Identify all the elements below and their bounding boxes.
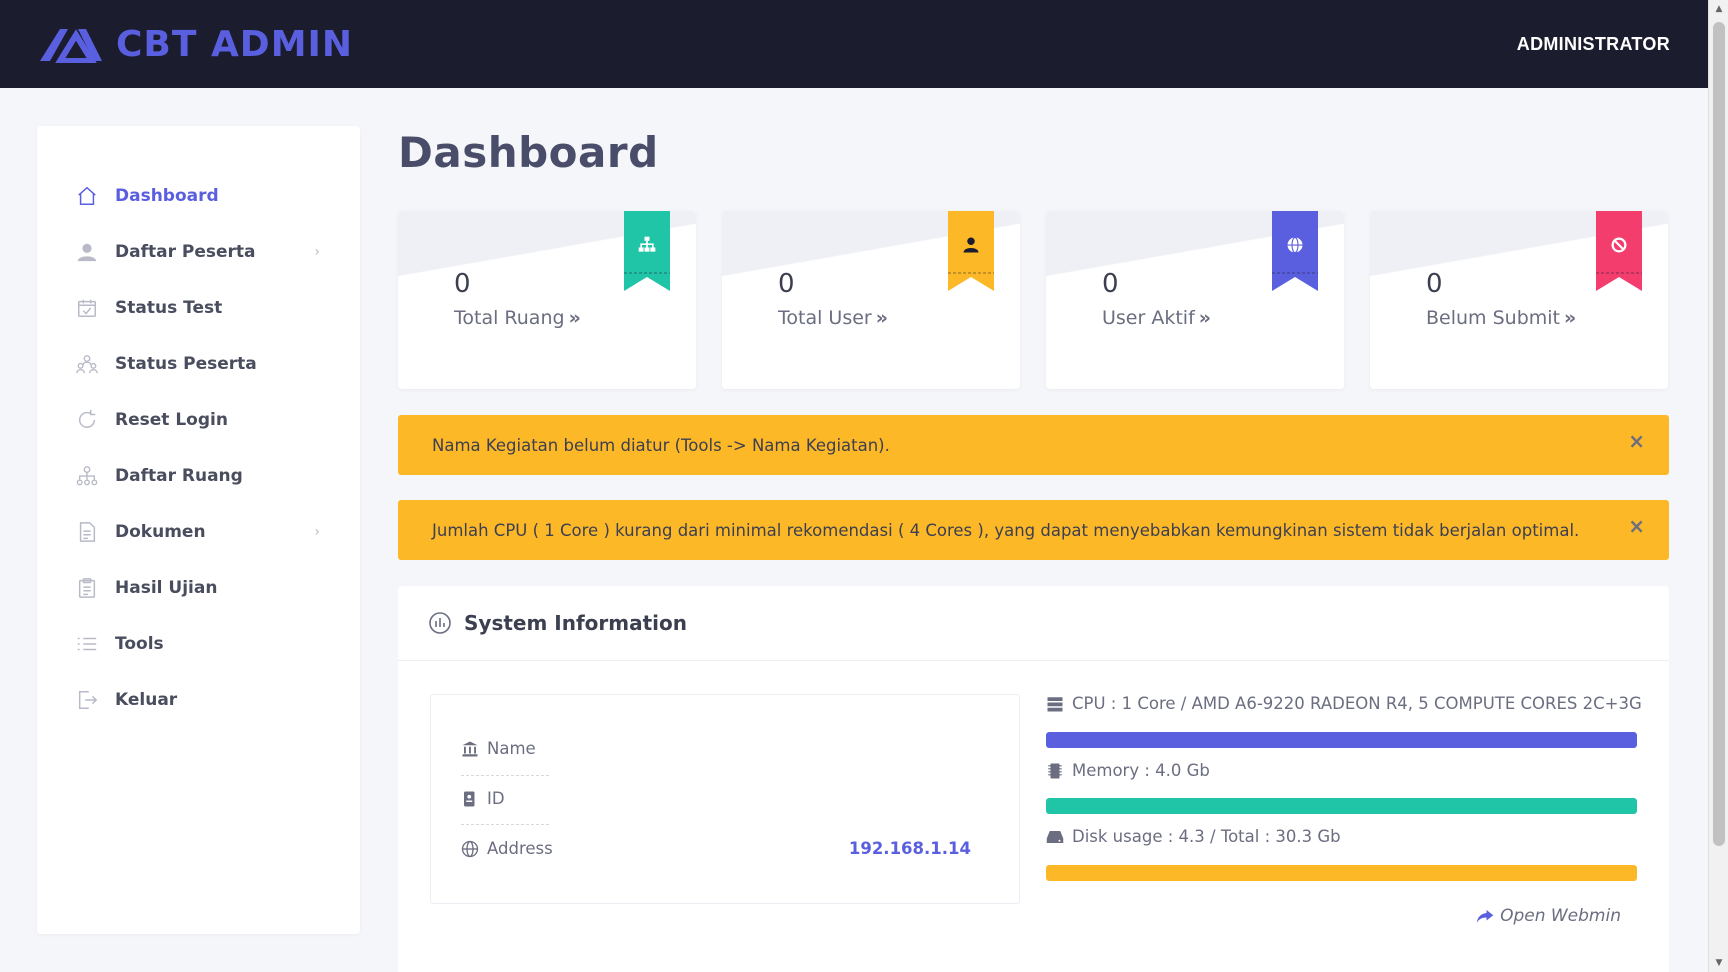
sidebar: Dashboard Daftar Peserta › Status Test S… xyxy=(37,126,360,934)
globe-icon xyxy=(461,840,479,857)
page-scrollbar[interactable]: ▲ ▼ xyxy=(1708,0,1728,972)
double-chevron-right-icon: » xyxy=(1564,307,1577,329)
memory-icon xyxy=(1048,763,1062,778)
ban-icon xyxy=(1607,233,1631,257)
cpu-label: CPU : 1 Core / AMD A6-9220 RADEON R4, 5 … xyxy=(1046,694,1642,713)
stat-card-total-ruang[interactable]: 0 Total Ruang» xyxy=(398,211,696,389)
server-info-box: Name ID Address 192.168.1.14 xyxy=(430,694,1020,904)
stat-link[interactable]: Total User» xyxy=(778,307,888,329)
double-chevron-right-icon: » xyxy=(568,307,581,329)
stat-value: 0 xyxy=(1426,269,1443,299)
sidebar-item-label: Dokumen xyxy=(115,522,206,542)
stat-link[interactable]: User Aktif» xyxy=(1102,307,1211,329)
sidebar-item-label: Status Peserta xyxy=(115,354,257,374)
sidebar-item-reset-login[interactable]: Reset Login xyxy=(37,392,360,448)
scroll-thumb[interactable] xyxy=(1713,22,1725,846)
users-icon xyxy=(75,352,99,376)
sidebar-item-dashboard[interactable]: Dashboard xyxy=(37,168,360,224)
close-icon[interactable]: × xyxy=(1628,429,1645,453)
stat-card-total-user[interactable]: 0 Total User» xyxy=(722,211,1020,389)
stat-link[interactable]: Total Ruang» xyxy=(454,307,581,329)
sidebar-item-daftar-ruang[interactable]: Daftar Ruang xyxy=(37,448,360,504)
progress-fill xyxy=(1046,798,1637,814)
sitemap-icon xyxy=(75,464,99,488)
alert-warning: Jumlah CPU ( 1 Core ) kurang dari minima… xyxy=(398,500,1669,560)
sidebar-item-label: Daftar Ruang xyxy=(115,466,243,486)
top-navbar: CBT ADMIN ADMINISTRATOR xyxy=(0,0,1708,88)
refresh-icon xyxy=(75,408,99,432)
chevron-right-icon: › xyxy=(314,524,320,540)
sidebar-item-dokumen[interactable]: Dokumen › xyxy=(37,504,360,560)
brand-logo-icon xyxy=(40,29,102,63)
stat-value: 0 xyxy=(454,269,471,299)
disk-progress-bar xyxy=(1046,865,1637,881)
list-icon xyxy=(75,632,99,656)
panel-title: System Information xyxy=(464,611,687,635)
sidebar-item-status-test[interactable]: Status Test xyxy=(37,280,360,336)
stat-card-belum-submit[interactable]: 0 Belum Submit» xyxy=(1370,211,1668,389)
double-chevron-right-icon: » xyxy=(1198,307,1212,329)
alert-text: Nama Kegiatan belum diatur (Tools -> Nam… xyxy=(432,435,890,455)
server-icon xyxy=(1047,696,1063,711)
user-icon xyxy=(959,233,983,257)
progress-fill xyxy=(1046,732,1637,748)
user-icon xyxy=(75,240,99,264)
info-row-name: Name xyxy=(461,739,536,758)
share-arrow-icon xyxy=(1476,910,1494,923)
id-card-icon xyxy=(464,791,475,806)
sidebar-item-tools[interactable]: Tools xyxy=(37,616,360,672)
chevron-right-icon: › xyxy=(314,244,320,260)
page-title: Dashboard xyxy=(398,128,659,177)
globe-icon xyxy=(1283,233,1307,257)
calendar-check-icon xyxy=(75,296,99,320)
sidebar-item-label: Tools xyxy=(115,634,164,654)
system-information-panel: System Information Name ID Address 192.1… xyxy=(398,586,1669,972)
user-menu[interactable]: ADMINISTRATOR xyxy=(1517,34,1670,55)
double-chevron-right-icon: » xyxy=(875,307,889,329)
open-webmin-link[interactable]: Open Webmin xyxy=(1476,906,1621,926)
stat-link[interactable]: Belum Submit» xyxy=(1426,307,1576,329)
ip-address-value: 192.168.1.14 xyxy=(848,839,971,858)
sidebar-item-label: Dashboard xyxy=(115,186,219,206)
stat-value: 0 xyxy=(1102,269,1119,299)
alert-text: Jumlah CPU ( 1 Core ) kurang dari minima… xyxy=(432,520,1580,540)
info-row-address: Address xyxy=(461,839,553,858)
alert-warning: Nama Kegiatan belum diatur (Tools -> Nam… xyxy=(398,415,1669,475)
sidebar-item-hasil-ujian[interactable]: Hasil Ujian xyxy=(37,560,360,616)
scroll-up-arrow-icon[interactable]: ▲ xyxy=(1709,0,1728,18)
sidebar-item-label: Reset Login xyxy=(115,410,228,430)
document-icon xyxy=(75,520,99,544)
stat-card-user-aktif[interactable]: 0 User Aktif» xyxy=(1046,211,1344,389)
sidebar-item-status-peserta[interactable]: Status Peserta xyxy=(37,336,360,392)
info-row-id: ID xyxy=(461,789,505,808)
cpu-progress-bar xyxy=(1046,732,1637,748)
divider xyxy=(461,824,549,825)
sitemap-icon xyxy=(635,233,659,257)
memory-progress-bar xyxy=(1046,798,1637,814)
clipboard-icon xyxy=(75,576,99,600)
sidebar-item-label: Daftar Peserta xyxy=(115,242,256,262)
stat-value: 0 xyxy=(778,269,795,299)
home-icon xyxy=(75,184,99,208)
divider xyxy=(461,775,549,776)
close-icon[interactable]: × xyxy=(1628,514,1645,538)
chart-circle-icon xyxy=(429,612,451,634)
sidebar-item-keluar[interactable]: Keluar xyxy=(37,672,360,728)
disk-label: Disk usage : 4.3 / Total : 30.3 Gb xyxy=(1046,827,1341,846)
logout-icon xyxy=(75,688,99,712)
sidebar-item-label: Keluar xyxy=(115,690,178,710)
hdd-icon xyxy=(1046,830,1064,843)
progress-fill xyxy=(1046,865,1637,881)
sidebar-item-label: Hasil Ujian xyxy=(115,578,218,598)
sidebar-item-daftar-peserta[interactable]: Daftar Peserta › xyxy=(37,224,360,280)
panel-header: System Information xyxy=(398,586,1669,661)
bank-icon xyxy=(462,741,478,756)
scroll-down-arrow-icon[interactable]: ▼ xyxy=(1709,954,1728,972)
memory-label: Memory : 4.0 Gb xyxy=(1046,761,1210,780)
brand-title: CBT ADMIN xyxy=(116,23,354,65)
brand[interactable]: CBT ADMIN xyxy=(38,24,353,65)
sidebar-item-label: Status Test xyxy=(115,298,223,318)
